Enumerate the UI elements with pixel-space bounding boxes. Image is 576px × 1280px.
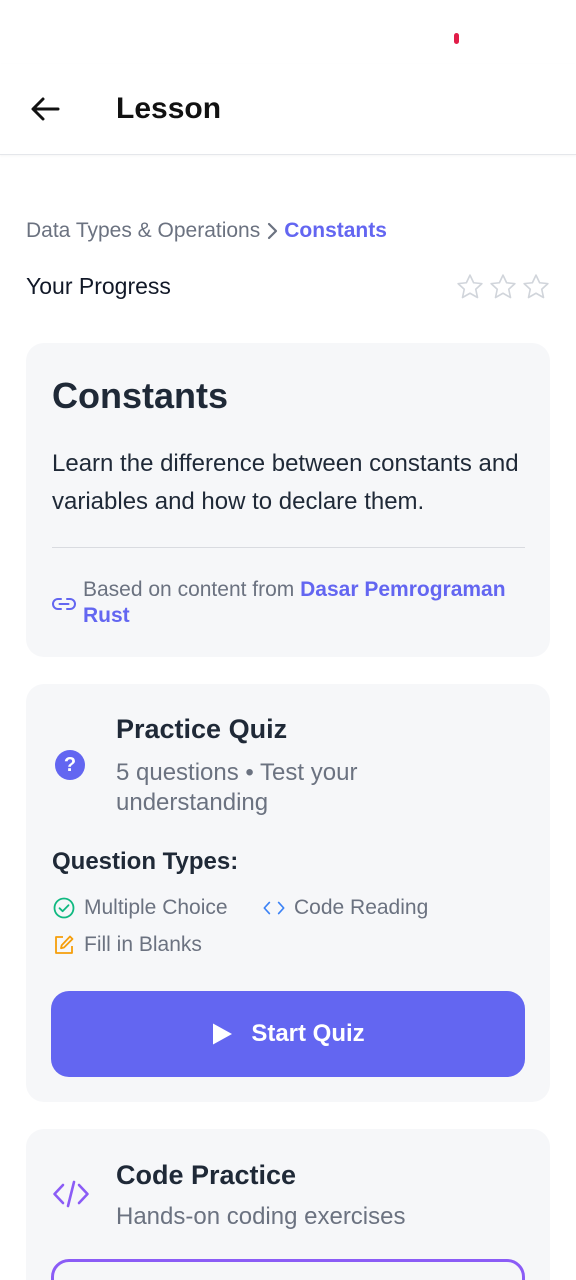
code-practice-button[interactable] (51, 1259, 525, 1280)
question-type-label: Fill in Blanks (84, 933, 202, 956)
lesson-description: Learn the difference between constants a… (52, 450, 519, 515)
code-icon (52, 1179, 90, 1214)
progress-label: Your Progress (26, 273, 171, 299)
start-quiz-button[interactable]: Start Quiz (51, 991, 525, 1077)
back-button[interactable] (22, 86, 68, 132)
page-title: Lesson (116, 92, 222, 125)
arrow-left-icon (31, 97, 60, 121)
code-brackets-icon (262, 896, 286, 920)
check-circle-icon (52, 896, 76, 920)
app-bar: Lesson (0, 64, 576, 155)
edit-icon (52, 933, 76, 957)
question-type-label: Multiple Choice (84, 896, 228, 919)
question-type-label: Code Reading (294, 896, 429, 919)
divider (52, 547, 525, 548)
question-icon: ? (55, 750, 85, 780)
star-icon (487, 270, 519, 304)
breadcrumb-current[interactable]: Constants (284, 219, 387, 243)
practice-quiz-card: ? Practice Quiz 5 questions • Test your … (26, 684, 550, 1102)
code-practice-subtitle: Hands-on coding exercises (116, 1203, 406, 1230)
question-type-multiple-choice: Multiple Choice (52, 896, 228, 920)
source-attribution: Based on content from Dasar Pemrograman … (52, 577, 532, 629)
link-icon (52, 592, 76, 618)
start-quiz-label: Start Quiz (251, 1020, 365, 1047)
breadcrumb: Data Types & Operations Constants (26, 216, 387, 246)
status-bar (0, 0, 576, 64)
quiz-subtitle: 5 questions • Test your understanding (116, 759, 358, 816)
breadcrumb-parent[interactable]: Data Types & Operations (26, 219, 260, 243)
lesson-title: Constants (52, 375, 229, 416)
source-prefix: Based on content from (83, 578, 295, 601)
question-type-fill-in-blanks: Fill in Blanks (52, 933, 202, 957)
star-icon (520, 270, 552, 304)
star-icon (454, 270, 486, 304)
code-practice-card: Code Practice Hands-on coding exercises (26, 1129, 550, 1280)
question-type-code-reading: Code Reading (262, 896, 428, 920)
question-types-title: Question Types: (52, 848, 239, 875)
quiz-title: Practice Quiz (116, 714, 288, 744)
chevron-right-icon (266, 222, 278, 240)
progress-stars (454, 270, 552, 304)
recording-indicator (454, 33, 459, 44)
play-icon (211, 1022, 233, 1046)
code-practice-title: Code Practice (116, 1160, 297, 1190)
lesson-card: Constants Learn the difference between c… (26, 343, 550, 657)
